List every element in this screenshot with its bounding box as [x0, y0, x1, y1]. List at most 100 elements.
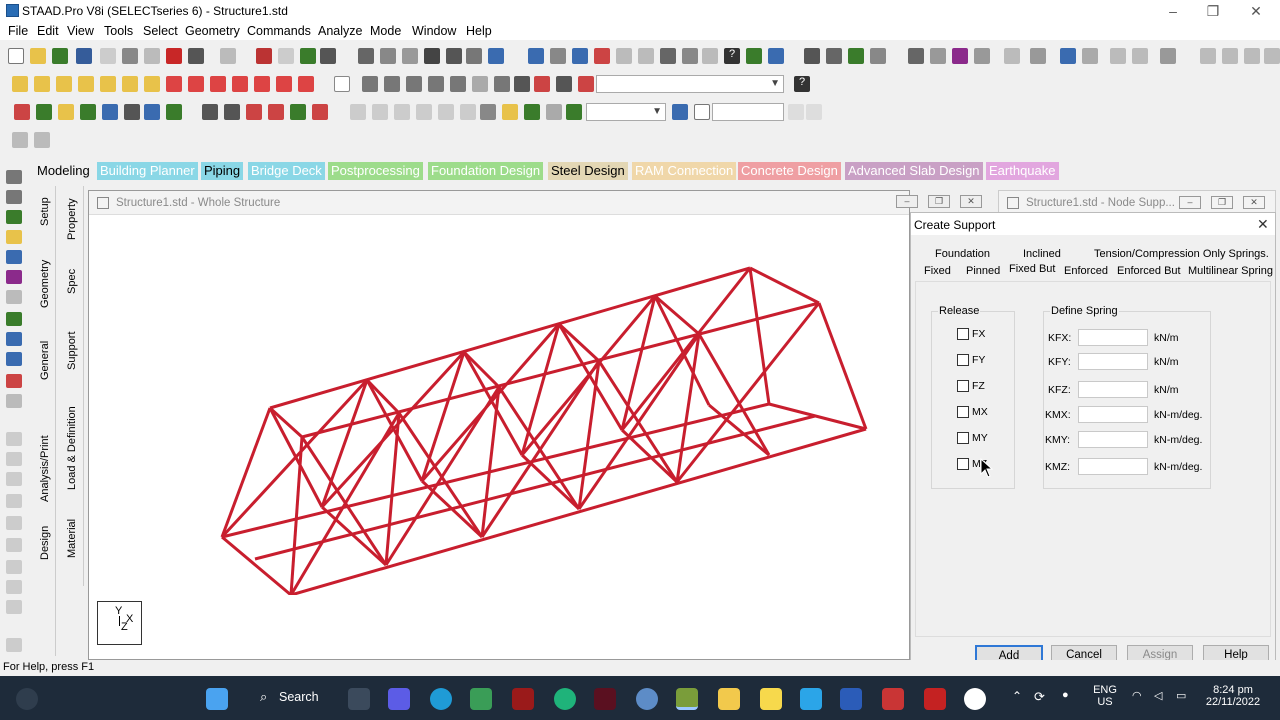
rotate-icon[interactable]	[804, 48, 820, 64]
battery-icon[interactable]: ▭	[1176, 689, 1186, 702]
tool-e-icon[interactable]	[6, 516, 22, 530]
taskbar-search[interactable]: ⌕ Search	[254, 685, 332, 711]
weather-icon[interactable]	[16, 688, 38, 710]
panel-3-icon[interactable]	[1244, 48, 1260, 64]
undo-icon[interactable]	[188, 48, 204, 64]
menu-help[interactable]: Help	[466, 24, 492, 38]
save-icon[interactable]	[76, 48, 92, 64]
magnify-icon[interactable]	[256, 48, 272, 64]
tab-bridge-deck[interactable]: Bridge Deck	[248, 162, 325, 180]
cloud-icon[interactable]	[480, 104, 496, 120]
measure-icon[interactable]	[566, 104, 582, 120]
i-beam-icon[interactable]	[1060, 48, 1076, 64]
view-top-icon[interactable]	[78, 76, 94, 92]
side-tab-analysis-print[interactable]: Analysis/Print	[39, 435, 51, 502]
zoom-extents-icon[interactable]	[494, 76, 510, 92]
tab-tension-compression-springs[interactable]: Tension/Compression Only Springs.	[1094, 248, 1269, 260]
menu-geometry[interactable]: Geometry	[185, 24, 240, 38]
microphone-icon[interactable]: ●	[1062, 689, 1069, 701]
magnifier-icon[interactable]	[556, 76, 572, 92]
structure-icon[interactable]	[524, 104, 540, 120]
app-icon-6[interactable]	[882, 688, 904, 710]
node-window-minimize-icon[interactable]: –	[1179, 196, 1201, 209]
tab-enforced-but[interactable]: Enforced But	[1117, 265, 1181, 277]
menu-tools[interactable]: Tools	[104, 24, 133, 38]
solid-cursor-icon[interactable]	[6, 250, 22, 264]
release-fy-checkbox[interactable]	[957, 354, 969, 366]
release-mx-checkbox[interactable]	[957, 406, 969, 418]
scale-icon[interactable]	[870, 48, 886, 64]
layout-icon[interactable]	[768, 48, 784, 64]
cut-icon[interactable]	[122, 48, 138, 64]
rotate-right-icon[interactable]	[232, 76, 248, 92]
label-icon[interactable]	[350, 104, 366, 120]
monitor-icon[interactable]	[672, 104, 688, 120]
menu-commands[interactable]: Commands	[247, 24, 311, 38]
clock[interactable]: 8:24 pm 22/11/2022	[1200, 684, 1266, 708]
staad-pro-icon[interactable]	[676, 688, 698, 710]
view-side-icon[interactable]	[56, 76, 72, 92]
load-icon[interactable]	[578, 76, 594, 92]
open-icon[interactable]	[52, 48, 68, 64]
select-beams-icon[interactable]	[36, 104, 52, 120]
break-icon[interactable]	[702, 48, 718, 64]
units-icon[interactable]	[694, 104, 710, 120]
disabled-tool-2-icon[interactable]	[34, 132, 50, 148]
release-mz-checkbox[interactable]	[957, 458, 969, 470]
media-player-icon[interactable]	[964, 688, 986, 710]
truss-structure-drawing[interactable]	[89, 215, 909, 595]
chevron-up-icon[interactable]: ⌃	[1012, 689, 1022, 703]
tab-enforced[interactable]: Enforced	[1064, 265, 1108, 277]
view-bottom-icon[interactable]	[144, 76, 160, 92]
tab-foundation[interactable]: Foundation	[935, 248, 990, 260]
plate-icon[interactable]	[638, 48, 654, 64]
report-icon[interactable]	[402, 48, 418, 64]
view-back-icon[interactable]	[122, 76, 138, 92]
spin-left-icon[interactable]	[254, 76, 270, 92]
tab-inclined[interactable]: Inclined	[1023, 248, 1061, 260]
side-tab-load-definition[interactable]: Load & Definition	[66, 406, 78, 490]
picture-icon[interactable]	[424, 48, 440, 64]
volume-icon[interactable]: ◁	[1154, 689, 1162, 702]
mirror-icon[interactable]	[826, 48, 842, 64]
kmx-input[interactable]	[1078, 406, 1148, 423]
select-plates-icon[interactable]	[58, 104, 74, 120]
insert-node-icon[interactable]	[660, 48, 676, 64]
support-icon[interactable]	[1160, 48, 1176, 64]
node-icon[interactable]	[594, 48, 610, 64]
tool-j-icon[interactable]	[6, 638, 22, 652]
language-indicator[interactable]: ENG US	[1090, 684, 1120, 708]
tab-fixed-but[interactable]: Fixed But	[1009, 263, 1055, 275]
sync-icon[interactable]: ⟳	[1034, 689, 1045, 705]
label-3-icon[interactable]	[394, 104, 410, 120]
kfy-input[interactable]	[1078, 353, 1148, 370]
dialog-close-icon[interactable]: ✕	[1257, 216, 1269, 233]
select-group-icon[interactable]	[166, 104, 182, 120]
export-icon[interactable]	[466, 48, 482, 64]
disabled-icon[interactable]	[6, 394, 22, 408]
new-view-icon[interactable]	[514, 76, 530, 92]
beam-cursor-icon[interactable]	[6, 190, 22, 204]
gear-icon[interactable]	[502, 104, 518, 120]
select-geometry-icon[interactable]	[144, 104, 160, 120]
snap-node-icon[interactable]	[202, 104, 218, 120]
disabled-tool-icon[interactable]	[12, 132, 28, 148]
release-fx-checkbox[interactable]	[957, 328, 969, 340]
wifi-icon[interactable]: ◠	[1132, 689, 1142, 702]
view-restore-icon[interactable]: ❐	[928, 195, 950, 208]
copy-icon[interactable]	[144, 48, 160, 64]
restore-icon[interactable]: ❐	[1204, 2, 1222, 20]
minimize-icon[interactable]: –	[1164, 2, 1182, 20]
word-icon[interactable]	[840, 688, 862, 710]
panel-2-icon[interactable]	[1222, 48, 1238, 64]
tab-ram-connection[interactable]: RAM Connection	[632, 162, 737, 180]
notes-icon[interactable]	[278, 48, 294, 64]
side-tab-geometry[interactable]: Geometry	[39, 260, 51, 308]
chat-icon[interactable]	[388, 688, 410, 710]
label-6-icon[interactable]	[460, 104, 476, 120]
view-close-icon[interactable]: ✕	[960, 195, 982, 208]
label-2-icon[interactable]	[372, 104, 388, 120]
tool-i-icon[interactable]	[6, 600, 22, 614]
cursor-icon[interactable]	[6, 170, 22, 184]
tool-a-icon[interactable]	[6, 432, 22, 446]
